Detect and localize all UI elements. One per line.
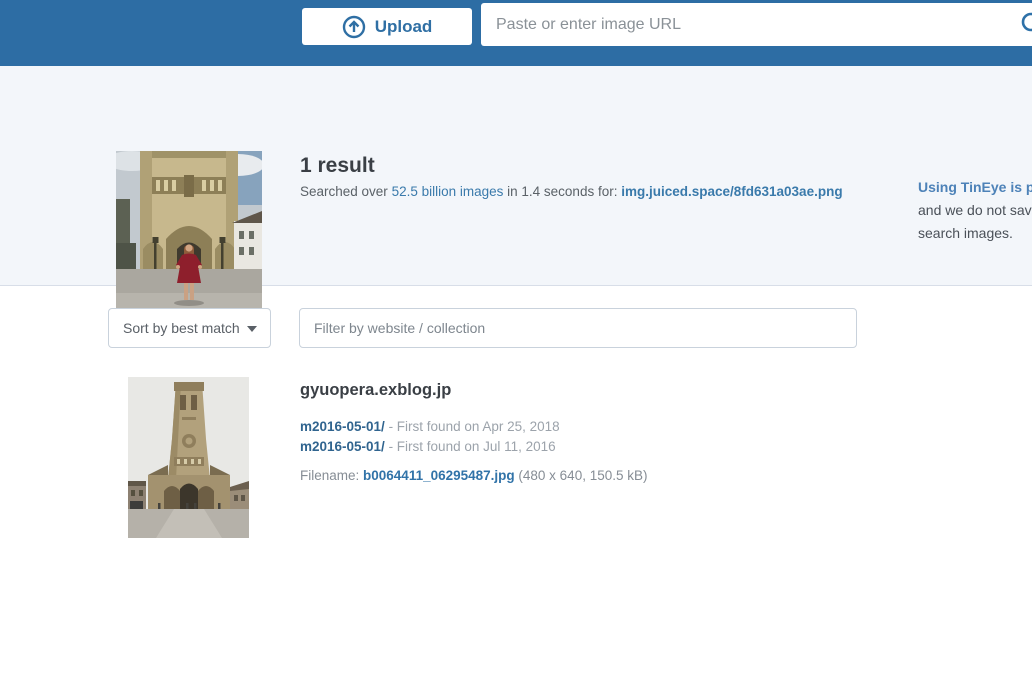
header: Upload: [0, 0, 1032, 66]
upload-button[interactable]: Upload: [302, 8, 472, 45]
search-stats-middle: in 1.4 seconds for:: [503, 184, 621, 199]
privacy-text-line2: and we do not save your: [918, 202, 1032, 218]
search-stats-prefix: Searched over: [300, 184, 392, 199]
search-stats-line: Searched over 52.5 billion images in 1.4…: [300, 184, 843, 199]
results-summary-band: 1 result Searched over 52.5 billion imag…: [0, 66, 1032, 286]
backlink-path-link[interactable]: m2016-05-01/: [300, 439, 385, 454]
backlink-found-text: - First found on Jul 11, 2016: [385, 439, 556, 454]
image-url-input[interactable]: [481, 3, 1032, 46]
backlink-found-text: - First found on Apr 25, 2018: [385, 419, 560, 434]
filename-link[interactable]: b0064411_06295487.jpg: [363, 468, 515, 483]
filesize-text: (480 x 640, 150.5 kB): [515, 468, 648, 483]
filter-input[interactable]: [299, 308, 857, 348]
upload-icon: [342, 15, 366, 39]
backlink-path-link[interactable]: m2016-05-01/: [300, 419, 385, 434]
match-domain-link[interactable]: gyuopera.exblog.jp: [300, 381, 648, 400]
backlinks-list: m2016-05-01/ - First found on Apr 25, 20…: [300, 417, 648, 457]
backlink-row: m2016-05-01/ - First found on Apr 25, 20…: [300, 417, 648, 437]
search-icon[interactable]: [1020, 11, 1032, 41]
match-image-thumbnail[interactable]: [128, 377, 249, 538]
query-image-thumbnail[interactable]: [116, 151, 262, 311]
match-details: gyuopera.exblog.jp m2016-05-01/ - First …: [300, 377, 648, 483]
filename-line: Filename: b0064411_06295487.jpg (480 x 6…: [300, 468, 648, 483]
privacy-link[interactable]: Using TinEye is private: [918, 179, 1032, 195]
sort-dropdown-label: Sort by best match: [123, 320, 240, 336]
chevron-down-icon: [247, 326, 257, 332]
privacy-note: Using TinEye is private and we do not sa…: [918, 176, 1032, 245]
upload-button-label: Upload: [375, 17, 433, 37]
result-count-heading: 1 result: [300, 154, 375, 178]
searched-image-link[interactable]: img.juiced.space/8fd631a03ae.png: [621, 184, 842, 199]
privacy-text-line3: search images.: [918, 225, 1013, 241]
filename-label: Filename:: [300, 468, 363, 483]
backlink-row: m2016-05-01/ - First found on Jul 11, 20…: [300, 437, 648, 457]
billion-images-link[interactable]: 52.5 billion images: [392, 184, 504, 199]
tineye-results-page: Upload: [0, 0, 1032, 687]
sort-dropdown[interactable]: Sort by best match: [108, 308, 271, 348]
